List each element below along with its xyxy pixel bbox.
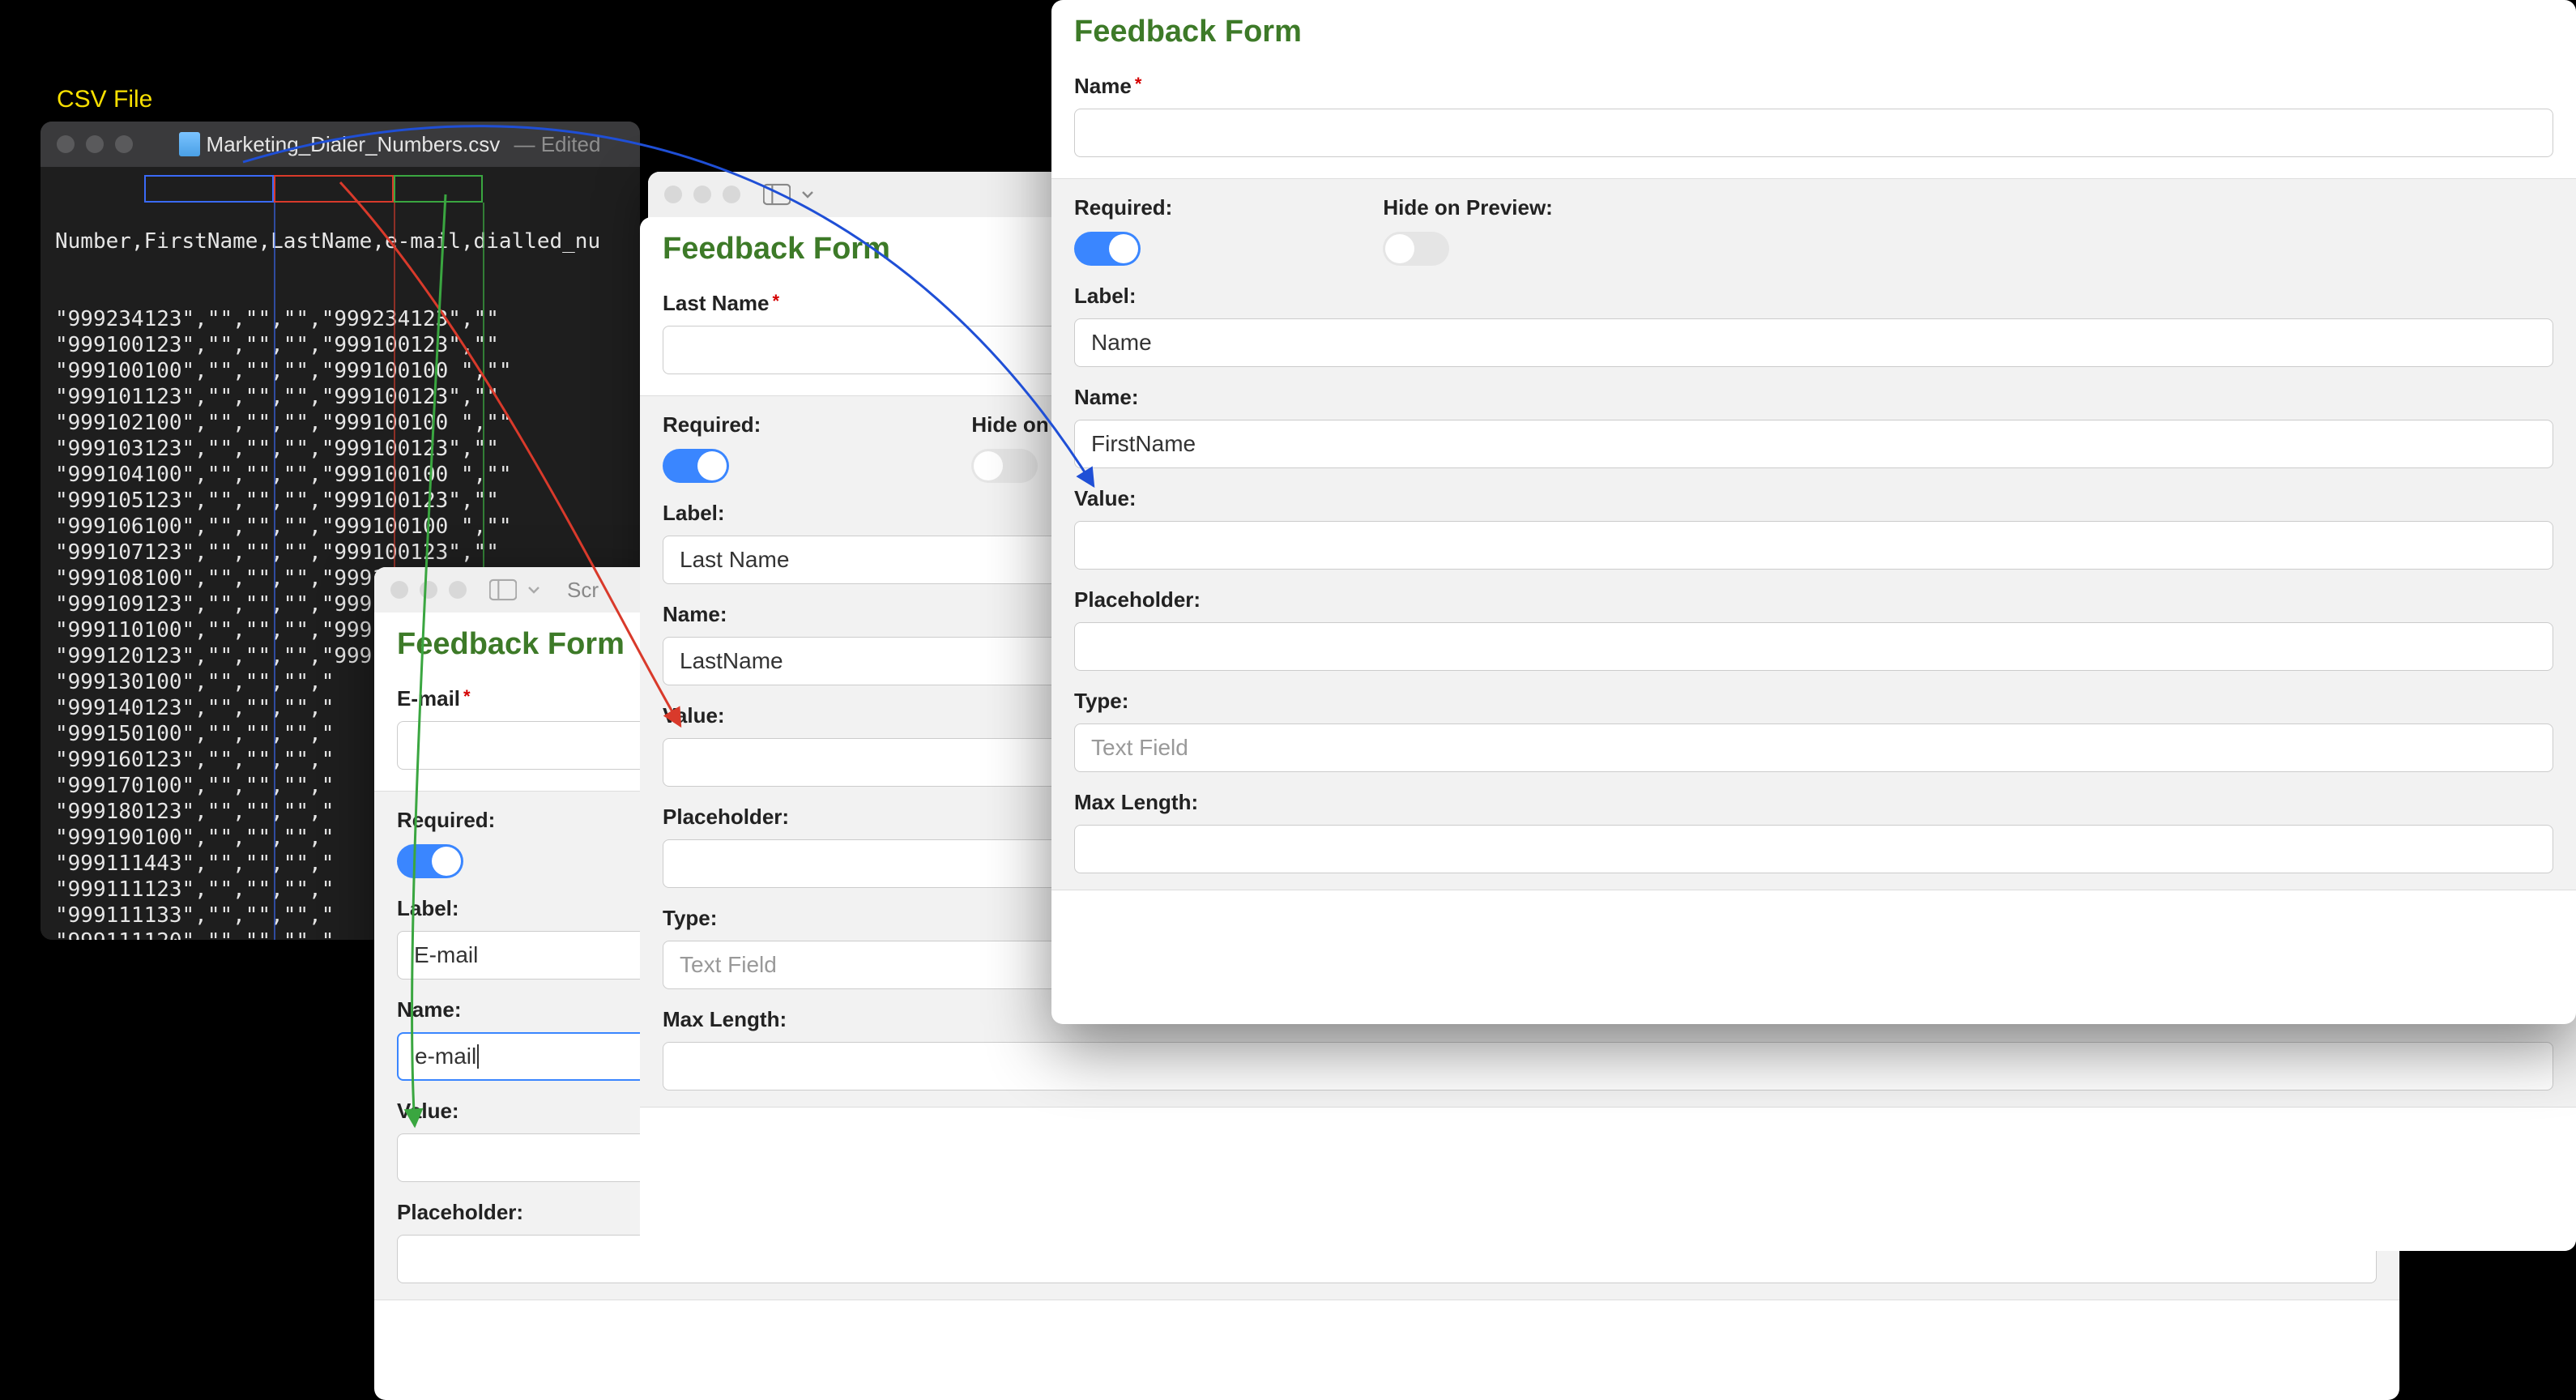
close-icon[interactable] xyxy=(390,581,408,599)
close-icon[interactable] xyxy=(57,135,75,153)
placeholder-input[interactable] xyxy=(1074,622,2553,671)
csv-row: "999100123","","","","999100123","" xyxy=(55,332,625,358)
csv-row: "999102100","","","","999100100 ","" xyxy=(55,410,625,436)
csv-row: "999234123","","","","999234123","" xyxy=(55,306,625,332)
hide-label: Hide on Preview: xyxy=(1383,195,1553,220)
firstname-guide-line xyxy=(274,203,275,940)
maxlen-label: Max Length: xyxy=(1074,790,2553,815)
sidebar-icon[interactable] xyxy=(489,578,517,601)
name-input-top[interactable] xyxy=(1074,109,2553,157)
email-highlight-box xyxy=(394,175,483,203)
required-label: Required: xyxy=(1074,195,1172,220)
csv-row: "999104100","","","","999100100 ","" xyxy=(55,462,625,488)
maxlen-input[interactable] xyxy=(663,1042,2553,1091)
minimize-icon[interactable] xyxy=(86,135,104,153)
sidebar-icon[interactable] xyxy=(763,183,791,206)
name-label: Name: xyxy=(1074,385,2553,410)
window-controls[interactable] xyxy=(390,581,467,599)
file-icon xyxy=(179,132,200,156)
csv-filename: Marketing_Dialer_Numbers.csv — Edited xyxy=(207,132,601,157)
placeholder-label: Placeholder: xyxy=(1074,587,2553,612)
csv-file-label: CSV File xyxy=(57,86,152,113)
type-select[interactable]: Text Field xyxy=(1074,723,2553,772)
csv-row: "999100100","","","","999100100 ","" xyxy=(55,358,625,384)
csv-row: "999103123","","","","999100123","" xyxy=(55,436,625,462)
name-field-label: Name* xyxy=(1074,74,2553,99)
value-input[interactable] xyxy=(1074,521,2553,570)
type-label: Type: xyxy=(1074,689,2553,714)
zoom-icon[interactable] xyxy=(449,581,467,599)
csv-row: "999101123","","","","999100123","" xyxy=(55,384,625,410)
required-label: Required: xyxy=(663,412,761,438)
close-icon[interactable] xyxy=(664,186,682,203)
csv-editor-titlebar[interactable]: Marketing_Dialer_Numbers.csv — Edited xyxy=(41,122,640,167)
minimize-icon[interactable] xyxy=(693,186,711,203)
required-toggle[interactable] xyxy=(397,844,463,878)
maxlen-input[interactable] xyxy=(1074,825,2553,873)
firstname-form-panel: Feedback Form Name* Required: Hide on Pr… xyxy=(1051,0,2576,1024)
hide-toggle[interactable] xyxy=(1383,232,1449,266)
value-label: Value: xyxy=(1074,486,2553,511)
csv-row: "999105123","","","","999100123","" xyxy=(55,488,625,514)
required-toggle[interactable] xyxy=(1074,232,1141,266)
zoom-icon[interactable] xyxy=(723,186,740,203)
label-label: Label: xyxy=(1074,284,2553,309)
name-input[interactable]: FirstName xyxy=(1074,420,2553,468)
email-window-title: Scr xyxy=(567,578,599,603)
lastname-highlight-box xyxy=(274,175,394,203)
minimize-icon[interactable] xyxy=(420,581,437,599)
hide-toggle[interactable] xyxy=(971,449,1038,483)
form-title: Feedback Form xyxy=(1051,0,2576,56)
csv-row: "999106100","","","","999100100 ","" xyxy=(55,514,625,540)
csv-header-row: Number,FirstName,LastName,e-mail,dialled… xyxy=(55,228,625,254)
window-controls[interactable] xyxy=(57,135,133,153)
window-controls[interactable] xyxy=(664,186,740,203)
label-input[interactable]: Name xyxy=(1074,318,2553,367)
firstname-highlight-box xyxy=(144,175,274,203)
zoom-icon[interactable] xyxy=(115,135,133,153)
chevron-down-icon[interactable] xyxy=(800,187,815,202)
required-toggle[interactable] xyxy=(663,449,729,483)
required-label: Required: xyxy=(397,808,495,833)
chevron-down-icon[interactable] xyxy=(527,583,541,597)
csv-row: "999107123","","","","999100123","" xyxy=(55,540,625,566)
